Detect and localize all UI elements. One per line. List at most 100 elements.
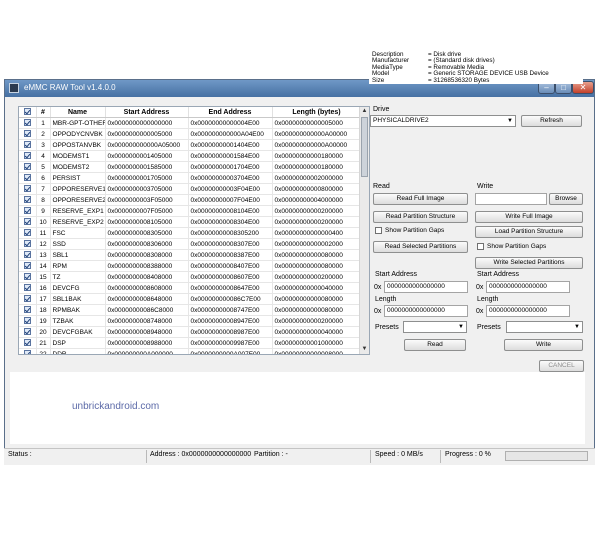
table-row[interactable]: 21 DSP 0x0000000008988000 0x00000000009987E… <box>19 337 362 349</box>
read-start-address-input[interactable]: 0000000000000000 <box>384 281 468 293</box>
table-row[interactable]: 22 DDR 0x000000000A000000 0x0000000000A007E… <box>19 348 362 354</box>
checkbox-icon[interactable] <box>23 306 31 314</box>
checkbox-icon[interactable] <box>23 317 31 325</box>
table-row[interactable]: 9 RESERVE_EXP1 0x0000000007F05000 0x0000000… <box>19 205 362 217</box>
checkbox-icon[interactable] <box>23 196 31 204</box>
row-checkbox[interactable] <box>19 348 37 354</box>
checkbox-icon[interactable] <box>23 229 31 237</box>
column-header-end[interactable]: End Address <box>188 107 273 118</box>
read-button[interactable]: Read <box>404 339 466 351</box>
checkbox-icon[interactable] <box>23 339 31 347</box>
read-full-image-button[interactable]: Read Full Image <box>373 193 468 205</box>
row-checkbox[interactable] <box>19 271 37 283</box>
write-length-input[interactable]: 0000000000000000 <box>486 305 570 317</box>
write-button[interactable]: Write <box>504 339 583 351</box>
load-partition-structure-button[interactable]: Load Partition Structure <box>475 226 583 238</box>
scroll-thumb[interactable] <box>361 117 368 177</box>
refresh-button[interactable]: Refresh <box>521 115 582 127</box>
write-full-image-button[interactable]: Write Full Image <box>475 211 583 223</box>
table-row[interactable]: 12 SSD 0x0000000008306000 0x00000000008307E… <box>19 238 362 250</box>
row-checkbox[interactable] <box>19 194 37 206</box>
row-checkbox[interactable] <box>19 304 37 316</box>
checkbox-icon[interactable] <box>23 130 31 138</box>
read-partition-structure-button[interactable]: Read Partition Structure <box>373 211 468 223</box>
row-checkbox[interactable] <box>19 293 37 305</box>
row-checkbox[interactable] <box>19 205 37 217</box>
row-checkbox[interactable] <box>19 139 37 151</box>
table-row[interactable]: 18 RPMBAK 0x00000000086C8000 0x000000000087… <box>19 304 362 316</box>
checkbox-icon[interactable] <box>23 284 31 292</box>
cancel-button[interactable]: CANCEL <box>539 360 584 372</box>
write-file-path-input[interactable] <box>475 193 547 205</box>
row-checkbox[interactable] <box>19 282 37 294</box>
column-header-length[interactable]: Length (bytes) <box>272 107 362 118</box>
read-length-input[interactable]: 0000000000000000 <box>384 305 468 317</box>
table-row[interactable]: 16 DEVCFG 0x0000000008608000 0x000000000086… <box>19 282 362 294</box>
row-checkbox[interactable] <box>19 183 37 195</box>
checkbox-icon[interactable] <box>23 174 31 182</box>
table-row[interactable]: 3 OPPOSTANVBK 0x000000000000A05000 0x000000… <box>19 139 362 151</box>
row-checkbox[interactable] <box>19 216 37 228</box>
table-row[interactable]: 2 OPPODYCNVBK 0x0000000000005000 0x00000000… <box>19 128 362 140</box>
select-all-checkbox[interactable] <box>19 107 37 118</box>
table-row[interactable]: 14 RPM 0x0000000008388000 0x00000000008407E… <box>19 260 362 272</box>
write-presets-select[interactable]: ▼ <box>506 321 583 333</box>
checkbox-icon[interactable] <box>23 295 31 303</box>
column-header-number[interactable]: # <box>36 107 51 118</box>
row-checkbox[interactable] <box>19 128 37 140</box>
table-row[interactable]: 19 TZBAK 0x0000000008748000 0x0000000000894… <box>19 315 362 327</box>
checkbox-icon[interactable] <box>23 328 31 336</box>
table-row[interactable]: 13 SBL1 0x0000000008308000 0x00000000008387… <box>19 249 362 261</box>
table-row[interactable]: 11 FSC 0x0000000008305000 0x000000000083052… <box>19 227 362 239</box>
checkbox-icon[interactable] <box>23 218 31 226</box>
checkbox-icon[interactable] <box>23 262 31 270</box>
table-row[interactable]: 10 RESERVE_EXP2 0x0000000008105000 0x000000… <box>19 216 362 228</box>
read-presets-select[interactable]: ▼ <box>403 321 467 333</box>
table-row[interactable]: 8 OPPORESERVE2 0x0000000003F05000 0x0000000… <box>19 194 362 206</box>
table-row[interactable]: 4 MODEMST1 0x0000000001405000 0x00000000001… <box>19 150 362 162</box>
scroll-down-icon[interactable]: ▼ <box>360 345 369 354</box>
checkbox-icon[interactable] <box>23 350 31 354</box>
checkbox-icon[interactable] <box>23 207 31 215</box>
row-checkbox[interactable] <box>19 260 37 272</box>
drive-select[interactable]: PHYSICALDRIVE2 ▼ <box>370 115 516 127</box>
table-row[interactable]: 20 DEVCFGBAK 0x0000000008948000 0x000000000… <box>19 326 362 338</box>
table-row[interactable]: 7 OPPORESERVE1 0x0000000003705000 0x0000000… <box>19 183 362 195</box>
row-checkbox[interactable] <box>19 238 37 250</box>
checkbox-icon[interactable] <box>23 152 31 160</box>
table-scrollbar[interactable]: ▲ ▼ <box>359 107 369 354</box>
row-checkbox[interactable] <box>19 249 37 261</box>
checkbox-icon[interactable] <box>375 227 382 234</box>
write-start-address-input[interactable]: 0000000000000000 <box>486 281 570 293</box>
browse-button[interactable]: Browse <box>549 193 583 205</box>
checkbox-icon[interactable] <box>23 185 31 193</box>
row-checkbox[interactable] <box>19 117 37 129</box>
read-show-gaps-checkbox[interactable]: Show Partition Gaps <box>375 227 444 234</box>
read-selected-partitions-button[interactable]: Read Selected Partitions <box>373 241 468 253</box>
table-row[interactable]: 1 MBR-GPT-OTHER 0x0000000000000000 0x000000… <box>19 117 362 129</box>
write-selected-partitions-button[interactable]: Write Selected Partitions <box>475 257 583 269</box>
row-checkbox[interactable] <box>19 315 37 327</box>
checkbox-icon[interactable] <box>23 273 31 281</box>
row-checkbox[interactable] <box>19 326 37 338</box>
table-row[interactable]: 15 TZ 0x0000000008408000 0x00000000008607E0… <box>19 271 362 283</box>
checkbox-icon[interactable] <box>23 163 31 171</box>
column-header-name[interactable]: Name <box>50 107 106 118</box>
write-show-gaps-checkbox[interactable]: Show Partition Gaps <box>477 243 546 250</box>
checkbox-icon[interactable] <box>23 240 31 248</box>
table-row[interactable]: 6 PERSIST 0x0000000001705000 0x000000000037… <box>19 172 362 184</box>
table-row[interactable]: 17 SBL1BAK 0x0000000008648000 0x00000000008… <box>19 293 362 305</box>
scroll-up-icon[interactable]: ▲ <box>360 107 369 116</box>
row-checkbox[interactable] <box>19 161 37 173</box>
row-checkbox[interactable] <box>19 172 37 184</box>
checkbox-icon[interactable] <box>23 251 31 259</box>
checkbox-icon[interactable] <box>23 141 31 149</box>
checkbox-icon[interactable] <box>23 108 31 116</box>
column-header-start[interactable]: Start Address <box>105 107 189 118</box>
table-row[interactable]: 5 MODEMST2 0x0000000001585000 0x00000000001… <box>19 161 362 173</box>
row-checkbox[interactable] <box>19 150 37 162</box>
row-checkbox[interactable] <box>19 337 37 349</box>
row-checkbox[interactable] <box>19 227 37 239</box>
checkbox-icon[interactable] <box>477 243 484 250</box>
checkbox-icon[interactable] <box>23 119 31 127</box>
